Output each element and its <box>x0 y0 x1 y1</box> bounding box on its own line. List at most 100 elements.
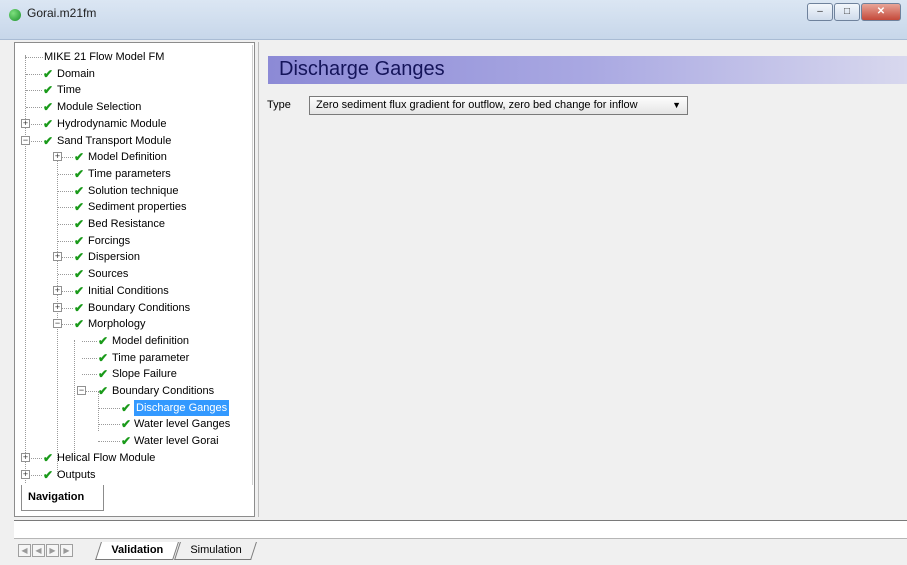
tree-connector <box>25 57 43 58</box>
tree-item-label: Morphology <box>88 318 146 331</box>
tree-item-label: Initial Conditions <box>88 284 169 297</box>
tree-item[interactable]: ✔ Sediment properties <box>17 199 253 215</box>
collapse-icon[interactable]: − <box>77 386 86 395</box>
tree-item[interactable]: ✔ Bed Resistance <box>17 216 253 232</box>
window-title: Gorai.m21fm <box>27 6 97 20</box>
tree-item[interactable]: + ✔ Outputs <box>17 467 253 483</box>
tree-item[interactable]: + ✔ Boundary Conditions <box>17 300 253 316</box>
tree-connector <box>26 90 42 92</box>
app-icon <box>9 9 21 21</box>
tree-item[interactable]: ✔ Discharge Ganges <box>17 399 253 416</box>
tree-connector <box>98 441 120 443</box>
checkmark-icon: ✔ <box>121 434 132 449</box>
prev-tab-icon[interactable]: ◀ <box>32 544 45 557</box>
tree-connector <box>26 73 42 75</box>
tab-validation[interactable]: Validation <box>95 542 179 560</box>
tree-connector <box>82 374 97 376</box>
tree-item[interactable]: ✔ Solution technique <box>17 183 253 199</box>
tree-item-label: Time parameter <box>112 351 190 364</box>
tree-item[interactable]: − ✔ Morphology <box>17 316 253 332</box>
checkmark-icon: ✔ <box>74 283 85 298</box>
tree-item[interactable]: + ✔ Dispersion <box>17 249 253 265</box>
checkmark-icon: ✔ <box>74 267 85 282</box>
type-dropdown[interactable]: Zero sediment flux gradient for outflow,… <box>309 96 688 115</box>
tree-connector <box>58 190 73 192</box>
checkmark-icon: ✔ <box>74 150 85 165</box>
maximize-button[interactable]: □ <box>834 3 860 21</box>
checkmark-icon: ✔ <box>43 100 54 115</box>
tree-item[interactable]: ✔ Forcings <box>17 233 253 249</box>
tree-item-label: Sand Transport Module <box>57 134 172 147</box>
last-tab-icon[interactable]: ▶ <box>60 544 73 557</box>
tree-item[interactable]: ✔ Domain <box>17 66 253 82</box>
tree-connector <box>82 357 97 359</box>
tree-item[interactable]: ✔ Slope Failure <box>17 366 253 382</box>
tree-item-label: Dispersion <box>88 251 140 264</box>
checkmark-icon: ✔ <box>98 333 109 348</box>
type-dropdown-value: Zero sediment flux gradient for outflow,… <box>316 99 638 111</box>
expand-icon[interactable]: + <box>53 252 62 262</box>
tree-item[interactable]: − ✔ Sand Transport Module <box>17 133 253 149</box>
minimize-button[interactable]: – <box>807 3 833 21</box>
checkmark-icon: ✔ <box>74 300 85 315</box>
tree-item-label: Hydrodynamic Module <box>57 117 167 130</box>
expand-icon[interactable]: + <box>21 452 30 462</box>
tree-item-label: Sediment properties <box>88 201 187 214</box>
checkmark-icon: ✔ <box>74 250 85 265</box>
tab-simulation-label: Simulation <box>190 544 242 556</box>
tree-item[interactable]: + ✔ Helical Flow Module <box>17 450 253 466</box>
tree-item[interactable]: ✔ Module Selection <box>17 99 253 115</box>
tree-item[interactable]: ✔ Time parameter <box>17 350 253 366</box>
tree-item[interactable]: MIKE 21 Flow Model FM <box>17 49 253 65</box>
dropdown-arrow-icon: ▼ <box>672 100 681 110</box>
checkmark-icon: ✔ <box>43 467 54 482</box>
checkmark-icon: ✔ <box>43 116 54 131</box>
tree-item-label: Solution technique <box>88 184 179 197</box>
checkmark-icon: ✔ <box>121 400 132 415</box>
window-controls: – □ ✕ <box>806 3 901 21</box>
expand-icon[interactable]: + <box>53 285 62 295</box>
content-pane: Discharge Ganges Type Zero sediment flux… <box>258 42 907 517</box>
tree-item[interactable]: ✔ Water level Ganges <box>17 416 253 432</box>
tree-item[interactable]: ✔ Time <box>17 82 253 98</box>
tree-item[interactable]: ✔ Sources <box>17 266 253 282</box>
collapse-icon[interactable]: − <box>21 135 30 145</box>
checkmark-icon: ✔ <box>121 417 132 432</box>
checkmark-icon: ✔ <box>43 66 54 81</box>
tree-item-label: MIKE 21 Flow Model FM <box>44 51 165 63</box>
checkmark-icon: ✔ <box>74 200 85 215</box>
tree-item-label: Boundary Conditions <box>88 301 191 314</box>
collapse-icon[interactable]: − <box>53 319 62 329</box>
tree-item[interactable]: + ✔ Initial Conditions <box>17 283 253 299</box>
tree-item-label: Water level Gorai <box>134 435 219 448</box>
expand-icon[interactable]: + <box>53 152 62 162</box>
expand-icon[interactable]: + <box>53 302 62 312</box>
checkmark-icon: ✔ <box>74 183 85 198</box>
tab-simulation[interactable]: Simulation <box>174 542 258 560</box>
expand-icon[interactable]: + <box>21 118 30 128</box>
tree-item[interactable]: + ✔ Hydrodynamic Module <box>17 116 253 132</box>
tree-item[interactable]: − ✔ Boundary Conditions <box>17 383 253 399</box>
next-tab-icon[interactable]: ▶ <box>46 544 59 557</box>
title-bar: Gorai.m21fm – □ ✕ <box>0 0 907 40</box>
checkmark-icon: ✔ <box>43 133 54 148</box>
navigation-tab[interactable]: Navigation <box>21 485 104 511</box>
section-heading: Discharge Ganges <box>279 58 445 80</box>
first-tab-icon[interactable]: ◀ <box>18 544 31 557</box>
tree-item-label: Outputs <box>57 468 96 481</box>
tree-item-label: Discharge Ganges <box>134 399 230 416</box>
tree-connector <box>58 207 73 209</box>
tree-connector <box>98 424 120 426</box>
tree-item[interactable]: + ✔ Model Definition <box>17 149 253 165</box>
tree-item[interactable]: ✔ Water level Gorai <box>17 433 253 449</box>
tree-item[interactable]: ✔ Time parameters <box>17 166 253 182</box>
checkmark-icon: ✔ <box>98 384 109 398</box>
expand-icon[interactable]: + <box>21 469 30 479</box>
checkmark-icon: ✔ <box>74 233 85 248</box>
close-button[interactable]: ✕ <box>861 3 901 21</box>
tree-item-label: Boundary Conditions <box>112 385 215 397</box>
tree-connector <box>58 240 73 242</box>
tree-item[interactable]: ✔ Model definition <box>17 333 253 349</box>
tree-item-label: Forcings <box>88 234 131 247</box>
tree-connector <box>58 224 73 225</box>
